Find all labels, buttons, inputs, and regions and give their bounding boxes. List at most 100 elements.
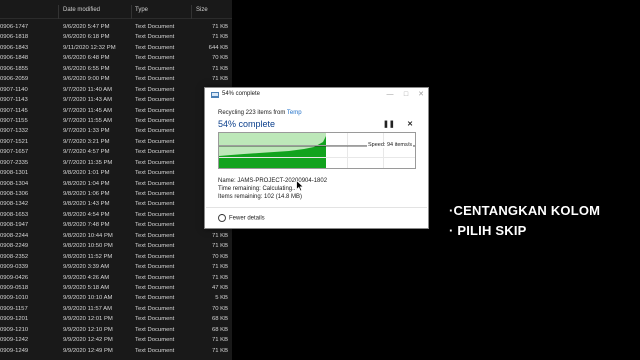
file-type: Text Document [135, 97, 175, 104]
file-row[interactable]: 0909-0518 9/9/2020 5:18 AM Text Document 47… [0, 284, 232, 294]
file-date: 9/7/2020 11:43 AM [63, 97, 113, 104]
file-name: 0908-2352 [0, 253, 29, 260]
file-date: 9/8/2020 11:52 PM [63, 253, 113, 260]
file-type: Text Document [135, 65, 175, 72]
file-row[interactable]: 0908-2244 9/8/2020 10:44 PM Text Document 7… [0, 232, 232, 242]
file-row[interactable]: 0908-1304 9/8/2020 1:04 PM Text Document [0, 180, 232, 190]
file-size: 71 KB [211, 24, 228, 30]
file-size: 71 KB [211, 347, 228, 354]
pause-button[interactable]: ❚❚ [383, 121, 395, 129]
file-row[interactable]: 0906-1818 9/6/2020 6:18 PM Text Document 71… [0, 33, 232, 43]
file-row[interactable]: 0907-1155 9/7/2020 11:55 AM Text Document [0, 117, 232, 127]
file-name: 0907-2335 [0, 159, 29, 166]
file-date: 9/9/2020 5:18 AM [63, 284, 110, 291]
file-name: 0907-1145 [0, 107, 28, 114]
file-row[interactable]: 0908-1301 9/8/2020 1:01 PM Text Document [0, 169, 232, 179]
file-row[interactable]: 0908-1306 9/8/2020 1:06 PM Text Document [0, 190, 232, 200]
minimize-button[interactable]: — [385, 90, 395, 100]
source-folder-link[interactable]: Temp [287, 110, 302, 116]
file-row[interactable]: 0909-1249 9/9/2020 12:49 PM Text Document 7… [0, 347, 232, 357]
column-separator[interactable] [58, 5, 59, 19]
file-row[interactable]: 0909-1210 9/9/2020 12:10 PM Text Document 6… [0, 326, 232, 336]
file-row[interactable]: 0906-1855 9/6/2020 6:55 PM Text Document 71… [0, 65, 232, 75]
file-date: 9/6/2020 6:48 PM [63, 55, 110, 62]
file-row[interactable]: 0907-1143 9/7/2020 11:43 AM Text Document [0, 96, 232, 106]
file-date: 9/9/2020 12:10 PM [63, 326, 113, 333]
file-name: 0906-1855 [0, 65, 29, 72]
column-header-size[interactable]: Size [196, 7, 208, 13]
file-row[interactable]: 0907-1140 9/7/2020 11:40 AM Text Document [0, 86, 232, 96]
speed-graph-canvas [219, 133, 415, 168]
file-row[interactable]: 0907-1332 9/7/2020 1:33 PM Text Document [0, 127, 232, 137]
dialog-titlebar[interactable]: 54% complete — □ ✕ [205, 88, 428, 102]
file-row[interactable]: 0908-2249 9/8/2020 10:50 PM Text Document 7… [0, 242, 232, 252]
file-row[interactable]: 0906-1747 9/6/2020 5:47 PM Text Document 71… [0, 23, 232, 33]
file-date: 9/6/2020 6:55 PM [63, 65, 110, 72]
file-size: 71 KB [211, 274, 228, 281]
file-type: Text Document [135, 34, 175, 41]
file-row[interactable]: 0907-1657 9/7/2020 4:57 PM Text Document [0, 148, 232, 158]
file-row[interactable]: 0908-1653 9/8/2020 4:54 PM Text Document [0, 211, 232, 221]
file-name: 0909-1210 [0, 326, 29, 333]
file-date: 9/6/2020 6:18 PM [63, 34, 110, 41]
file-type: Text Document [135, 180, 175, 187]
column-separator[interactable] [131, 5, 132, 19]
close-button[interactable]: ✕ [416, 90, 426, 100]
cancel-button[interactable]: ✕ [406, 121, 414, 129]
file-type: Text Document [135, 295, 175, 302]
file-type: Text Document [135, 222, 175, 229]
file-row[interactable]: 0907-1145 9/7/2020 11:45 AM Text Document [0, 107, 232, 117]
file-row[interactable]: 0909-1010 9/9/2020 10:10 AM Text Document 5… [0, 294, 232, 304]
file-row[interactable]: 0909-1242 9/9/2020 12:42 PM Text Document 7… [0, 336, 232, 346]
file-row[interactable]: 0906-2059 9/6/2020 9:00 PM Text Document 71… [0, 75, 232, 85]
file-row[interactable]: 0906-1848 9/6/2020 6:48 PM Text Document 70… [0, 54, 232, 64]
file-date: 9/9/2020 12:01 PM [63, 316, 113, 323]
file-name: 0909-1010 [0, 295, 29, 302]
file-row[interactable]: 0908-1342 9/8/2020 1:43 PM Text Document [0, 200, 232, 210]
file-date: 9/8/2020 4:54 PM [63, 211, 110, 218]
file-name: 0909-1249 [0, 347, 29, 354]
mouse-cursor-icon [296, 180, 305, 192]
file-type: Text Document [135, 107, 175, 114]
transfer-speed-graph: Speed: 94 items/s [218, 132, 416, 169]
file-date: 9/9/2020 12:42 PM [63, 337, 113, 344]
maximize-button[interactable]: □ [401, 90, 411, 100]
file-type: Text Document [135, 284, 175, 291]
file-size: 47 KB [211, 284, 228, 291]
file-row[interactable]: 0907-1521 9/7/2020 3:21 PM Text Document [0, 138, 232, 148]
file-date: 9/11/2020 12:32 PM [63, 44, 116, 51]
file-date: 9/8/2020 1:43 PM [63, 201, 110, 208]
file-type: Text Document [135, 170, 175, 177]
file-row[interactable]: 0909-0426 9/9/2020 4:26 AM Text Document 71… [0, 274, 232, 284]
file-row[interactable]: 0909-1157 9/9/2020 11:57 AM Text Document 7… [0, 305, 232, 315]
file-type: Text Document [135, 253, 175, 260]
column-separator[interactable] [191, 5, 192, 19]
speed-label: Speed: 94 items/s [367, 142, 414, 148]
file-row[interactable]: 0908-2352 9/8/2020 11:52 PM Text Document 7… [0, 253, 232, 263]
file-name: 0908-1342 [0, 201, 29, 208]
file-type: Text Document [135, 243, 175, 250]
column-header-date[interactable]: Date modified [63, 7, 100, 13]
file-size: 68 KB [211, 316, 228, 323]
file-type: Text Document [135, 86, 175, 93]
file-row[interactable]: 0906-1843 9/11/2020 12:32 PM Text Document… [0, 44, 232, 54]
file-type: Text Document [135, 347, 175, 354]
file-type: Text Document [135, 337, 175, 344]
file-name: 0909-1242 [0, 337, 29, 344]
file-size: 71 KB [211, 264, 228, 271]
file-size: 71 KB [211, 337, 228, 344]
file-name: 0907-1140 [0, 86, 28, 93]
file-size: 71 KB [211, 34, 228, 41]
file-row[interactable]: 0909-1201 9/9/2020 12:01 PM Text Document 6… [0, 315, 232, 325]
file-row[interactable]: 0908-1947 9/8/2020 7:48 PM Text Document [0, 221, 232, 231]
file-row[interactable]: 0907-2335 9/7/2020 11:35 PM Text Document [0, 159, 232, 169]
file-row[interactable]: 0909-0339 9/9/2020 3:39 AM Text Document 71… [0, 263, 232, 273]
chevron-up-icon: ˆ [218, 214, 226, 222]
fewer-details-toggle[interactable]: ˆ Fewer details [218, 214, 265, 222]
file-type: Text Document [135, 316, 175, 323]
fewer-details-label: Fewer details [229, 215, 265, 222]
file-date: 9/9/2020 3:39 AM [63, 264, 110, 271]
file-date: 9/9/2020 4:26 AM [63, 274, 110, 281]
column-header-type[interactable]: Type [135, 7, 148, 13]
file-name: 0908-2244 [0, 232, 29, 239]
